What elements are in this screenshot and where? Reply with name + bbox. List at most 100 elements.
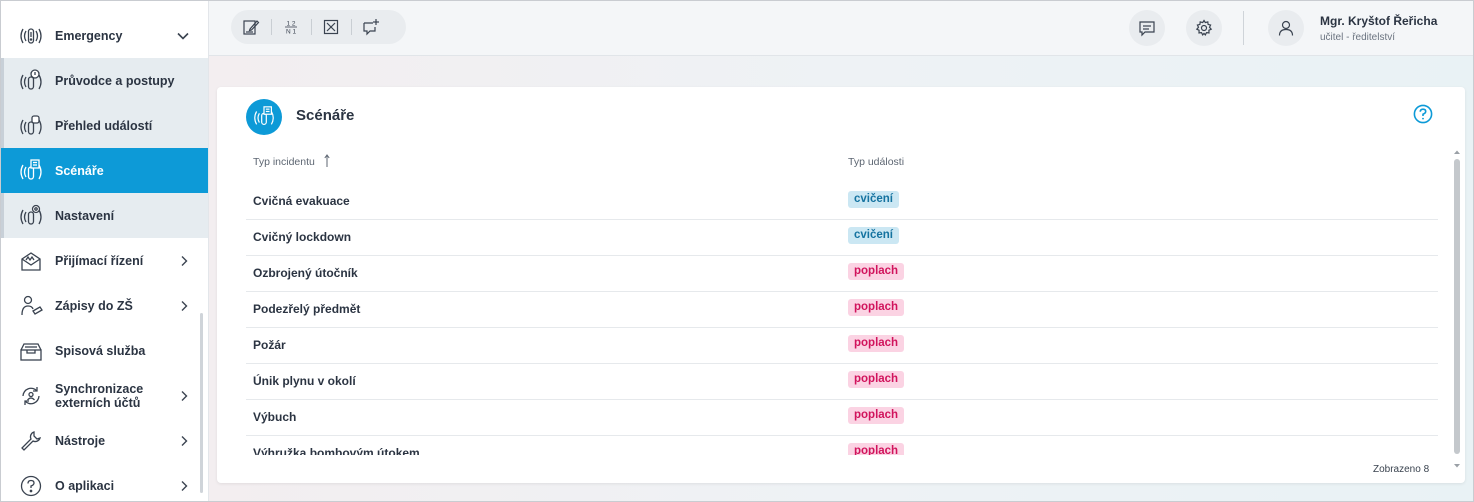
chevron-right-icon <box>181 300 188 311</box>
guide-icon <box>18 68 44 94</box>
row-count: Zobrazeno 8 <box>1373 464 1430 475</box>
chat-icon <box>1139 21 1155 37</box>
messages-button[interactable] <box>1129 10 1165 46</box>
scenarios-icon <box>18 158 44 184</box>
incident-name: Cvičný lockdown <box>253 230 352 244</box>
svg-text:1 2: 1 2 <box>286 21 295 28</box>
incident-name: Požár <box>253 338 286 352</box>
sidebar-scrollbar[interactable] <box>200 313 203 493</box>
scroll-up-icon[interactable] <box>1453 149 1461 155</box>
emergency-icon <box>18 23 44 49</box>
sidebar-item-label: Přijímací řízení <box>55 253 144 268</box>
event-type-badge: poplach <box>848 407 905 424</box>
scenario-table: Cvičná evakuace cvičení Cvičný lockdown … <box>217 183 1465 455</box>
enrollment-icon <box>18 293 44 319</box>
svg-text:N 1: N 1 <box>286 29 297 36</box>
sidebar-item-emergency-settings[interactable]: Nastavení <box>1 193 208 238</box>
chevron-right-icon <box>181 255 188 266</box>
chevron-right-icon <box>181 435 188 446</box>
sync-icon <box>18 383 44 409</box>
user-role: učitel - ředitelství <box>1320 32 1396 43</box>
table-row[interactable]: Podezřelý předmět poplach <box>246 291 1438 328</box>
question-icon <box>18 473 44 499</box>
filing-icon <box>18 338 44 364</box>
incident-name: Cvičná evakuace <box>253 194 350 208</box>
table-row[interactable]: Cvičný lockdown cvičení <box>246 219 1438 256</box>
sidebar-item-guide[interactable]: Průvodce a postupy <box>1 58 208 103</box>
sidebar-item-label: Zápisy do ZŠ <box>55 298 133 313</box>
chevron-down-icon <box>177 32 189 40</box>
scroll-down-icon[interactable] <box>1453 463 1461 469</box>
sidebar-item-label: Nastavení <box>55 208 115 223</box>
toolbar-divider <box>1243 11 1244 45</box>
table-row[interactable]: Výhružka bombovým útokem poplach <box>246 435 1438 455</box>
edit-icon <box>243 20 260 35</box>
table-row[interactable]: Únik plynu v okolí poplach <box>246 363 1438 400</box>
user-name[interactable]: Mgr. Kryštof Řeřicha <box>1320 14 1437 28</box>
sidebar-item-label: Spisová služba <box>55 343 146 358</box>
user-icon <box>1278 20 1294 36</box>
chevron-right-icon <box>181 390 188 401</box>
column-header-event-type[interactable]: Typ události <box>848 156 904 168</box>
incident-name: Podezřelý předmět <box>253 302 361 316</box>
sidebar-item-about[interactable]: O aplikaci <box>1 463 208 501</box>
event-type-badge: poplach <box>848 443 905 455</box>
sidebar-item-emergency[interactable]: Emergency <box>1 13 208 58</box>
avatar[interactable] <box>1268 10 1304 46</box>
sidebar-item-label: O aplikaci <box>55 478 115 493</box>
grades-button[interactable]: 1 2N 1 <box>271 10 311 44</box>
sidebar-item-label: Průvodce a postupy <box>55 73 175 88</box>
wrench-icon <box>18 428 44 454</box>
event-type-badge: poplach <box>848 299 905 316</box>
incident-name: Únik plynu v okolí <box>253 374 356 388</box>
incident-name: Výbuch <box>253 410 297 424</box>
events-icon <box>18 113 44 139</box>
event-type-badge: poplach <box>848 335 905 352</box>
edit-button[interactable] <box>231 10 271 44</box>
quick-tools: 1 2N 1 <box>231 10 406 44</box>
scrollbar-thumb[interactable] <box>1454 159 1460 454</box>
sidebar-item-label: Emergency <box>55 28 123 43</box>
table-row[interactable]: Výbuch poplach <box>246 399 1438 436</box>
event-type-badge: poplach <box>848 371 905 388</box>
sidebar-item-label: Nástroje <box>55 433 106 448</box>
scenarios-card: Scénáře Typ incidentu Typ události Cvičn… <box>217 87 1465 483</box>
event-type-badge: poplach <box>848 263 905 280</box>
sort-ascending-icon[interactable] <box>324 154 330 168</box>
table-row[interactable]: Požár poplach <box>246 327 1438 364</box>
sidebar-item-label: Scénáře <box>55 163 104 178</box>
sidebar-item-filing[interactable]: Spisová služba <box>1 328 208 373</box>
table-row[interactable]: Cvičná evakuace cvičení <box>246 183 1438 220</box>
absence-icon <box>323 19 339 35</box>
app-window: Emergency Průvodce a postupy Přehled udá… <box>0 0 1474 502</box>
grades-icon: 1 2N 1 <box>285 21 297 36</box>
incident-name: Výhružka bombovým útokem <box>253 446 420 455</box>
event-type-badge: cvičení <box>848 191 899 208</box>
sidebar-item-label: Přehled událostí <box>55 118 153 133</box>
sidebar-item-enrollment[interactable]: Zápisy do ZŠ <box>1 283 208 328</box>
scenarios-icon <box>246 99 282 135</box>
top-toolbar: 1 2N 1 Mgr. Kryštof Řeřicha učitel - řed… <box>209 1 1473 56</box>
sidebar-item-admission[interactable]: Přijímací řízení <box>1 238 208 283</box>
settings-button[interactable] <box>1186 10 1222 46</box>
sidebar-item-scenarios[interactable]: Scénáře <box>1 148 208 193</box>
help-icon[interactable] <box>1413 104 1433 124</box>
gear-icon <box>1195 19 1213 36</box>
absence-button[interactable] <box>311 10 351 44</box>
settings-emergency-icon <box>18 203 44 229</box>
sidebar-item-label: Synchronizace externích účtů <box>55 381 144 410</box>
sidebar-item-events[interactable]: Přehled událostí <box>1 103 208 148</box>
page-title: Scénáře <box>296 107 355 124</box>
admission-icon <box>18 248 44 274</box>
add-message-button[interactable] <box>351 10 391 44</box>
add-message-icon <box>363 19 379 36</box>
event-type-badge: cvičení <box>848 227 899 244</box>
column-header-incident-type[interactable]: Typ incidentu <box>253 156 315 168</box>
sidebar-item-sync[interactable]: Synchronizace externích účtů <box>1 373 208 418</box>
table-scrollbar[interactable] <box>1453 149 1461 469</box>
sidebar-item-tools[interactable]: Nástroje <box>1 418 208 463</box>
incident-name: Ozbrojený útočník <box>253 266 358 280</box>
table-row[interactable]: Ozbrojený útočník poplach <box>246 255 1438 292</box>
sidebar: Emergency Průvodce a postupy Přehled udá… <box>1 1 209 501</box>
chevron-right-icon <box>181 480 188 491</box>
